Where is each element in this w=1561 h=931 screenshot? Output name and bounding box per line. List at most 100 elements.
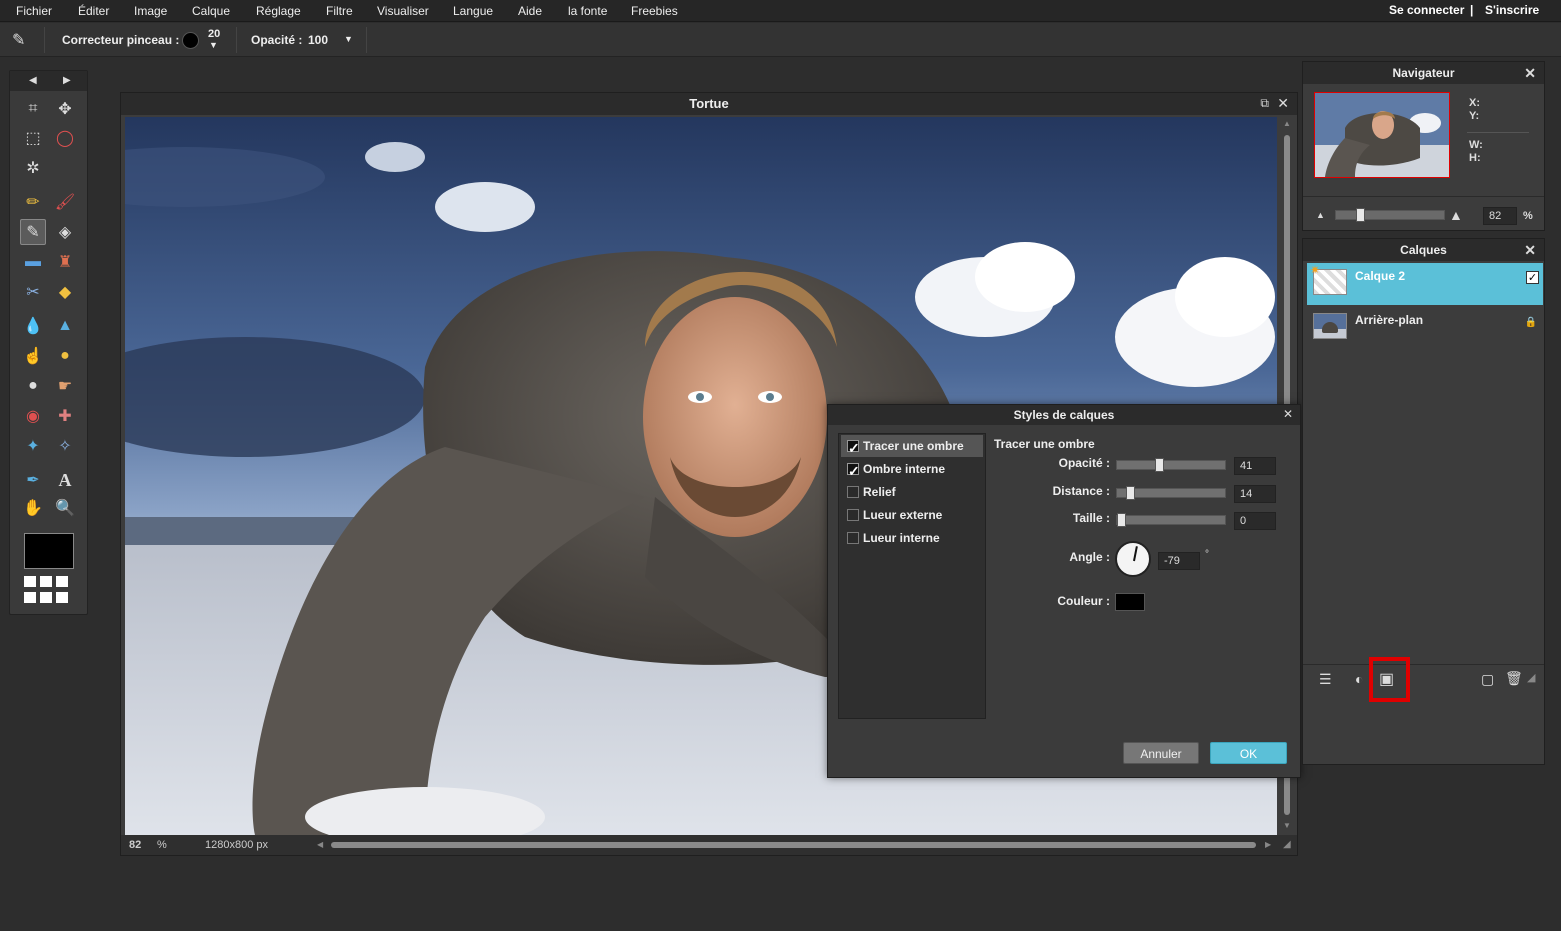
layer-styles-icon[interactable]: ▣ [1379,669,1394,689]
magic-wand-icon[interactable]: ✲ [20,155,46,181]
navigator-thumbnail[interactable] [1314,92,1450,178]
pinch-icon[interactable]: ✧ [52,433,78,459]
bloat-icon[interactable]: ✦ [20,433,46,459]
collapse-left-icon[interactable]: ◀ [29,75,37,86]
move-icon[interactable]: ✥ [52,96,78,122]
scroll-up-icon[interactable]: ▲ [1283,119,1291,128]
dodge-icon[interactable]: ☛ [52,373,78,399]
layer-name[interactable]: Calque 2 [1355,269,1405,283]
sharpen-icon[interactable]: ▲ [52,313,78,339]
signup-link[interactable]: S'inscrire [1485,3,1539,17]
close-navigator-icon[interactable]: ✕ [1524,62,1536,84]
menu-image[interactable]: Image [134,4,167,18]
gradient-icon[interactable]: ▬ [20,249,46,275]
menu-editer[interactable]: Éditer [78,4,109,18]
crop-icon[interactable]: ⌗ [20,96,46,122]
paint-bucket-icon[interactable]: ◈ [52,219,78,245]
brush-size-dropdown-icon[interactable]: ▼ [209,40,218,50]
new-layer-icon[interactable]: ▢ [1481,671,1494,688]
collapse-right-icon[interactable]: ▶ [63,75,71,86]
hand-icon[interactable]: ✋ [20,495,46,521]
blur-icon[interactable]: 💧 [20,313,46,339]
drop-shadow-checkbox[interactable] [847,437,860,459]
panel-resize-icon[interactable]: ◢ [1527,671,1535,684]
healing-brush-tool-icon[interactable]: ✎ [20,219,46,245]
resize-grip-icon[interactable]: ◢ [1283,839,1291,850]
style-inner-shadow[interactable]: Ombre interne [841,458,983,482]
opacity-slider-knob[interactable] [1155,458,1164,472]
delete-layer-icon[interactable]: 🗑 [1505,670,1523,687]
menu-freebies[interactable]: Freebies [631,4,678,18]
text-tool-icon[interactable]: A [52,467,78,493]
style-inner-glow[interactable]: Lueur interne [841,527,983,549]
menu-filtre[interactable]: Filtre [326,4,353,18]
angle-input[interactable]: -79 [1158,552,1200,570]
menu-calque[interactable]: Calque [192,4,230,18]
color-replace-icon[interactable]: ✂ [20,279,46,305]
pencil-icon[interactable]: ✏ [20,189,46,215]
menu-visualiser[interactable]: Visualiser [377,4,429,18]
brush-preview[interactable] [182,32,199,49]
layer-name[interactable]: Arrière-plan [1355,313,1423,327]
scroll-right-icon[interactable]: ▶ [1265,840,1271,849]
secondary-swatches[interactable] [24,576,74,604]
menu-fichier[interactable]: Fichier [16,4,52,18]
scroll-left-icon[interactable]: ◀ [317,840,323,849]
spot-heal-icon[interactable]: ✚ [52,403,78,429]
size-input[interactable]: 0 [1234,512,1276,530]
restore-window-icon[interactable]: ⧉ [1260,96,1269,111]
zoom-slider-knob[interactable] [1356,208,1365,222]
layer-settings-icon[interactable]: ☰ [1319,671,1332,688]
red-eye-icon[interactable]: ◉ [20,403,46,429]
smudge-icon[interactable]: ☝ [20,343,46,369]
menu-langue[interactable]: Langue [453,4,493,18]
ok-button[interactable]: OK [1210,742,1287,764]
zoom-in-icon[interactable]: ▲ [1449,207,1463,223]
zoom-slider[interactable] [1335,208,1445,222]
burn-icon[interactable]: ● [20,373,46,399]
style-drop-shadow[interactable]: Tracer une ombre [841,435,983,459]
menu-aide[interactable]: Aide [518,4,542,18]
zoom-icon[interactable]: 🔍 [52,495,78,521]
color-picker-icon[interactable]: ✒ [20,467,46,493]
distance-slider[interactable] [1116,486,1226,500]
opacity-slider[interactable] [1116,458,1226,472]
zoom-level[interactable]: 82 [129,839,141,851]
outer-glow-checkbox[interactable] [847,509,859,521]
distance-input[interactable]: 14 [1234,485,1276,503]
stamp-icon[interactable]: ♜ [52,249,78,275]
opacity-input[interactable]: 41 [1234,457,1276,475]
zoom-out-icon[interactable]: ▲ [1316,210,1325,220]
inner-shadow-checkbox[interactable] [847,460,860,482]
distance-slider-knob[interactable] [1126,486,1135,500]
angle-dial[interactable] [1115,541,1151,577]
menu-la-fonte[interactable]: la fonte [568,4,607,18]
drawing-icon[interactable]: ◆ [52,279,78,305]
bevel-checkbox[interactable] [847,486,859,498]
opacity-value[interactable]: 100 [308,33,328,47]
close-layers-icon[interactable]: ✕ [1524,239,1536,261]
horizontal-scroll-thumb[interactable] [331,842,1256,848]
menu-reglage[interactable]: Réglage [256,4,301,18]
layer-row-arriere-plan[interactable]: Arrière-plan 🔒 [1307,307,1543,349]
opacity-dropdown-icon[interactable]: ▼ [344,34,353,44]
shadow-color-swatch[interactable] [1115,593,1145,611]
scroll-down-icon[interactable]: ▼ [1283,821,1291,830]
size-slider[interactable] [1116,513,1226,527]
close-document-icon[interactable]: ✕ [1277,95,1289,112]
style-bevel[interactable]: Relief [841,481,983,503]
zoom-input[interactable]: 82 [1483,207,1517,225]
layer-mask-icon[interactable]: ◐ [1355,671,1363,687]
marquee-icon[interactable]: ⬚ [20,125,46,151]
inner-glow-checkbox[interactable] [847,532,859,544]
cancel-button[interactable]: Annuler [1123,742,1199,764]
sponge-icon[interactable]: ● [52,343,78,369]
lasso-icon[interactable]: ◯ [52,125,78,151]
toolbox-header[interactable]: ◀ ▶ [10,71,87,91]
brush-icon[interactable]: 🖌 [52,189,78,215]
login-link[interactable]: Se connecter [1389,3,1464,17]
layer-visibility-checkbox[interactable]: ✓ [1526,271,1539,284]
layer-row-calque-2[interactable]: ✷ Calque 2 ✓ [1307,263,1543,305]
style-outer-glow[interactable]: Lueur externe [841,504,983,526]
size-slider-knob[interactable] [1117,513,1126,527]
